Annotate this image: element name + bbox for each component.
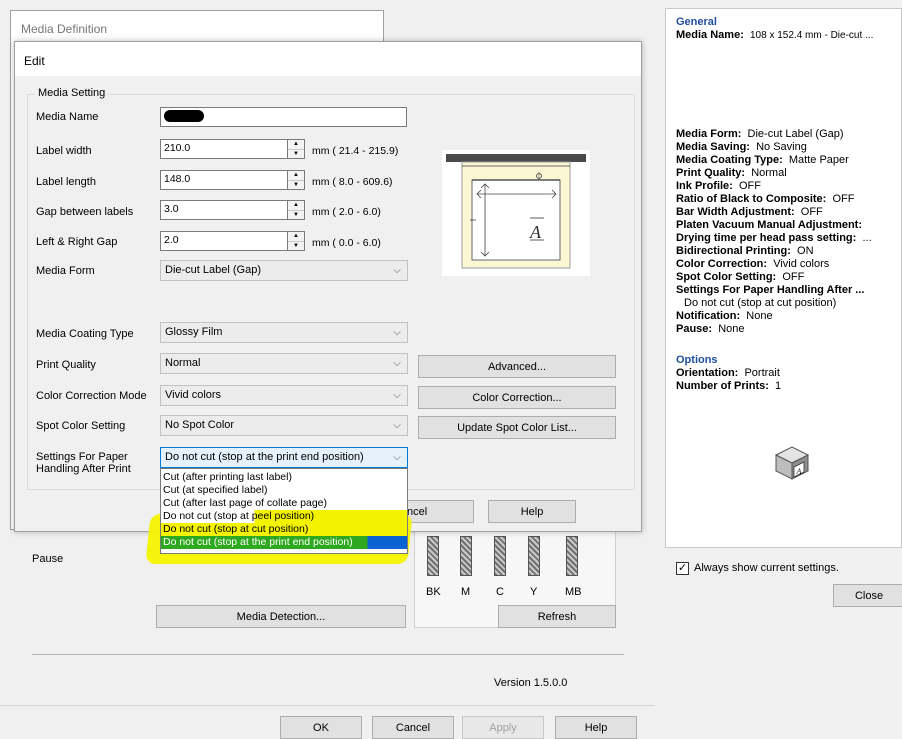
setting-paper-handling: Settings For Paper Handling After ...	[676, 284, 865, 296]
ink-label-mb: MB	[565, 586, 582, 598]
refresh-button[interactable]: Refresh	[498, 605, 616, 628]
media-setting-group-label: Media Setting	[35, 87, 109, 99]
paper-handling-dropdown: Cut (after printing last label) Cut (at …	[160, 468, 408, 554]
edit-dialog-title: Edit	[24, 54, 45, 68]
setting-platen-vacuum: Platen Vacuum Manual Adjustment:	[676, 219, 863, 231]
media-definition-title: Media Definition	[21, 22, 108, 36]
media-form-select[interactable]: Die-cut Label (Gap) ⌵	[160, 260, 408, 281]
paper-handling-label-line2: Handling After Print	[36, 463, 131, 475]
setting-media-name: Media Name: 108 x 152.4 mm - Die-cut ...	[676, 29, 874, 41]
gap-between-labels-label: Gap between labels	[36, 206, 134, 218]
ink-label-c: C	[496, 586, 504, 598]
setting-ink-profile: Ink Profile: OFF	[676, 180, 761, 192]
option-orientation: Orientation: Portrait	[676, 367, 780, 379]
paper-handling-label-line1: Settings For Paper	[36, 451, 128, 463]
chevron-down-icon: ⌵	[393, 420, 401, 431]
always-show-label: Always show current settings.	[694, 562, 839, 574]
chevron-down-icon: ⌵	[393, 452, 401, 463]
chevron-down-icon: ⌵	[393, 358, 401, 369]
setting-spot-color: Spot Color Setting: OFF	[676, 271, 805, 283]
label-width-input[interactable]: 210.0	[160, 139, 288, 159]
ink-label-bk: BK	[426, 586, 441, 598]
dropdown-option[interactable]: Do not cut (stop at cut position)	[161, 523, 407, 536]
chevron-down-icon: ⌵	[393, 265, 401, 276]
label-length-range: mm ( 8.0 - 609.6)	[312, 176, 393, 188]
left-right-gap-range: mm ( 0.0 - 6.0)	[312, 237, 381, 249]
advanced-button[interactable]: Advanced...	[418, 355, 616, 378]
label-length-input[interactable]: 148.0	[160, 170, 288, 190]
close-button[interactable]: Close	[833, 584, 902, 607]
label-length-spinner[interactable]: ▲ ▼	[288, 170, 305, 190]
media-name-input[interactable]	[160, 107, 407, 127]
setting-color-correction: Color Correction: Vivid colors	[676, 258, 830, 270]
divider	[32, 654, 624, 655]
setting-black-ratio: Ratio of Black to Composite: OFF	[676, 193, 855, 205]
ink-cartridge-bk	[427, 536, 439, 576]
spot-color-setting-label: Spot Color Setting	[36, 420, 126, 432]
version-text: Version 1.5.0.0	[494, 677, 568, 689]
print-quality-label: Print Quality	[36, 359, 96, 371]
setting-media-form: Media Form: Die-cut Label (Gap)	[676, 128, 844, 140]
setting-bar-width: Bar Width Adjustment: OFF	[676, 206, 823, 218]
setting-drying-time: Drying time per head pass setting: ...	[676, 232, 872, 244]
always-show-checkbox[interactable]: ✓	[676, 562, 689, 575]
dropdown-option-selected[interactable]: Do not cut (stop at the print end positi…	[161, 536, 407, 549]
color-correction-mode-select[interactable]: Vivid colors ⌵	[160, 385, 408, 406]
gap-between-labels-input[interactable]: 3.0	[160, 200, 288, 220]
color-correction-mode-label: Color Correction Mode	[36, 390, 147, 402]
current-settings-pane: General Media Name: 108 x 152.4 mm - Die…	[665, 8, 902, 548]
pause-label: Pause	[32, 553, 64, 565]
media-coating-type-select[interactable]: Glossy Film ⌵	[160, 322, 408, 343]
setting-paper-handling-value: Do not cut (stop at cut position)	[684, 297, 837, 309]
print-quality-select[interactable]: Normal ⌵	[160, 353, 408, 374]
gap-between-labels-spinner[interactable]: ▲ ▼	[288, 200, 305, 220]
left-right-gap-input[interactable]: 2.0	[160, 231, 288, 251]
ink-cartridge-m	[460, 536, 472, 576]
ink-label-y: Y	[530, 586, 538, 598]
media-coating-type-label: Media Coating Type	[36, 328, 134, 340]
dropdown-option[interactable]: Cut (at specified label)	[161, 484, 407, 497]
update-spot-color-list-button[interactable]: Update Spot Color List...	[418, 416, 616, 439]
spot-color-setting-select[interactable]: No Spot Color ⌵	[160, 415, 408, 436]
ink-cartridge-mb	[566, 536, 578, 576]
dropdown-option[interactable]: Cut (after printing last label)	[161, 471, 407, 484]
setting-media-saving: Media Saving: No Saving	[676, 141, 807, 153]
svg-text:A: A	[796, 467, 802, 476]
media-form-label: Media Form	[36, 265, 95, 277]
setting-print-quality: Print Quality: Normal	[676, 167, 787, 179]
dropdown-option[interactable]: Cut (after last page of collate page)	[161, 497, 407, 510]
ink-cartridge-c	[494, 536, 506, 576]
chevron-down-icon: ⌵	[393, 327, 401, 338]
options-heading: Options	[676, 354, 718, 366]
dropdown-option[interactable]: Do not cut (stop at peel position)	[161, 510, 407, 523]
setting-media-coating: Media Coating Type: Matte Paper	[676, 154, 849, 166]
setting-notification: Notification: None	[676, 310, 773, 322]
setting-pause: Pause: None	[676, 323, 745, 335]
media-detection-button[interactable]: Media Detection...	[156, 605, 406, 628]
media-name-label: Media Name	[36, 111, 99, 123]
preview-letter: A	[529, 222, 542, 242]
bottom-divider	[0, 705, 655, 706]
setting-bidirectional: Bidirectional Printing: ON	[676, 245, 814, 257]
label-length-label: Label length	[36, 176, 96, 188]
help-button[interactable]: Help	[488, 500, 576, 523]
chevron-down-icon: ⌵	[393, 390, 401, 401]
general-heading: General	[676, 16, 717, 28]
label-width-spinner[interactable]: ▲ ▼	[288, 139, 305, 159]
redacted-name	[164, 110, 204, 123]
ink-cartridge-y	[528, 536, 540, 576]
left-right-gap-label: Left & Right Gap	[36, 236, 118, 248]
ink-label-m: M	[461, 586, 471, 598]
label-width-label: Label width	[36, 145, 92, 157]
label-preview-diagram: A	[442, 150, 590, 276]
label-width-range: mm ( 21.4 - 215.9)	[312, 145, 399, 157]
color-correction-button[interactable]: Color Correction...	[418, 386, 616, 409]
left-right-gap-spinner[interactable]: ▲ ▼	[288, 231, 305, 251]
printer-icon: A	[774, 446, 810, 480]
paper-handling-select[interactable]: Do not cut (stop at the print end positi…	[160, 447, 408, 468]
gap-between-labels-range: mm ( 2.0 - 6.0)	[312, 206, 381, 218]
option-number-of-prints: Number of Prints: 1	[676, 380, 782, 392]
